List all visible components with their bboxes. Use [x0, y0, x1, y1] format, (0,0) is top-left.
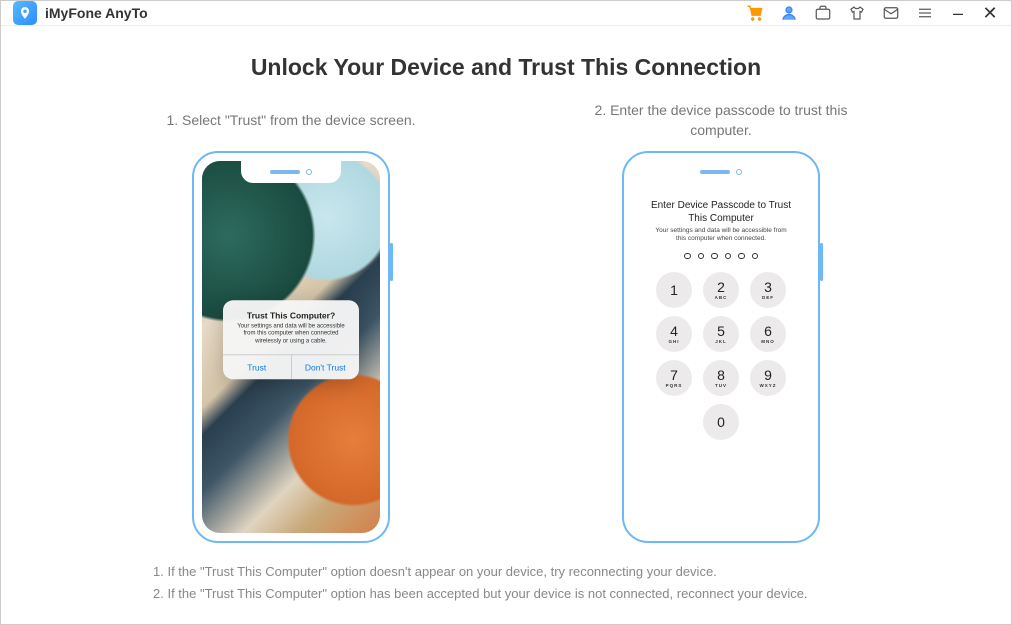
minimize-button[interactable]: – — [949, 3, 967, 24]
app-logo — [13, 1, 37, 25]
key-7[interactable]: 7PQRS — [656, 360, 692, 396]
key-8[interactable]: 8TUV — [703, 360, 739, 396]
phone-illustration-1: Trust This Computer? Your settings and d… — [192, 151, 390, 543]
passcode-subtitle: Your settings and data will be accessibl… — [632, 225, 810, 244]
page-title: Unlock Your Device and Trust This Connec… — [251, 54, 761, 81]
app-window: iMyFone AnyTo – ✕ Unlock — [0, 0, 1012, 625]
step-2-label: 2. Enter the device passcode to trust th… — [561, 101, 881, 141]
footer-notes: 1. If the "Trust This Computer" option d… — [41, 561, 808, 605]
cart-icon[interactable] — [745, 3, 765, 23]
dont-trust-button[interactable]: Don't Trust — [292, 355, 360, 379]
key-2[interactable]: 2ABC — [703, 272, 739, 308]
step-1-label: 1. Select "Trust" from the device screen… — [146, 101, 435, 141]
passcode-screen: Enter Device Passcode to Trust This Comp… — [632, 161, 810, 533]
note-2: 2. If the "Trust This Computer" option h… — [153, 583, 808, 605]
steps-columns: 1. Select "Trust" from the device screen… — [131, 101, 881, 543]
dialog-title: Trust This Computer? — [231, 310, 351, 320]
passcode-dot — [738, 253, 745, 260]
note-1: 1. If the "Trust This Computer" option d… — [153, 561, 808, 583]
titlebar: iMyFone AnyTo – ✕ — [1, 1, 1011, 26]
mail-icon[interactable] — [881, 3, 901, 23]
phone-screen-2: Enter Device Passcode to Trust This Comp… — [632, 161, 810, 533]
content-area: Unlock Your Device and Trust This Connec… — [1, 26, 1011, 625]
dialog-body-text: Your settings and data will be accessibl… — [231, 323, 351, 346]
user-icon[interactable] — [779, 3, 799, 23]
phone-notch — [241, 161, 341, 183]
passcode-title: Enter Device Passcode to Trust This Comp… — [632, 199, 810, 225]
trust-dialog: Trust This Computer? Your settings and d… — [223, 300, 359, 379]
passcode-dot — [684, 253, 691, 260]
key-1[interactable]: 1 — [656, 272, 692, 308]
phone-screen-1: Trust This Computer? Your settings and d… — [202, 161, 380, 533]
key-4[interactable]: 4GHI — [656, 316, 692, 352]
passcode-dot — [752, 253, 759, 260]
menu-icon[interactable] — [915, 3, 935, 23]
step-1: 1. Select "Trust" from the device screen… — [131, 101, 451, 543]
titlebar-right: – ✕ — [745, 3, 999, 24]
key-9[interactable]: 9WXYZ — [750, 360, 786, 396]
shirt-icon[interactable] — [847, 3, 867, 23]
passcode-dots — [684, 253, 758, 260]
key-0[interactable]: 0 — [703, 404, 739, 440]
keypad: 1 2ABC 3DEF 4GHI 5JKL 6MNO 7PQRS 8TUV 9W… — [656, 272, 786, 440]
passcode-dot — [698, 253, 705, 260]
key-6[interactable]: 6MNO — [750, 316, 786, 352]
step-2: 2. Enter the device passcode to trust th… — [561, 101, 881, 543]
passcode-dot — [725, 253, 732, 260]
close-button[interactable]: ✕ — [981, 3, 999, 24]
phone-notch-2 — [671, 161, 771, 183]
phone-illustration-2: Enter Device Passcode to Trust This Comp… — [622, 151, 820, 543]
app-title: iMyFone AnyTo — [45, 5, 148, 21]
trust-button[interactable]: Trust — [223, 355, 292, 379]
titlebar-left: iMyFone AnyTo — [13, 1, 148, 25]
briefcase-icon[interactable] — [813, 3, 833, 23]
key-5[interactable]: 5JKL — [703, 316, 739, 352]
passcode-dot — [711, 253, 718, 260]
key-3[interactable]: 3DEF — [750, 272, 786, 308]
